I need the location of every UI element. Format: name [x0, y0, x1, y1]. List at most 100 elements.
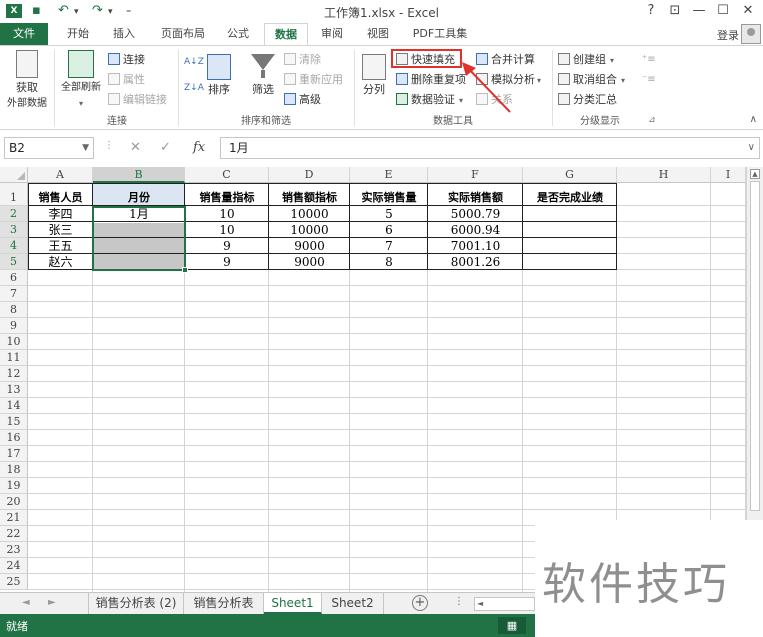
save-icon[interactable]: ▪ [32, 3, 41, 18]
table-header-f[interactable]: 实际销售额 [428, 183, 523, 206]
table-cell-f2[interactable]: 5000.79 [428, 206, 523, 222]
properties-button[interactable]: 属性 [108, 72, 145, 88]
insert-function-button[interactable]: fx [193, 140, 205, 155]
tab-insert[interactable]: 插入 [104, 23, 144, 45]
sheet-tab-sheet2[interactable]: Sheet2 [322, 593, 384, 614]
fill-handle[interactable] [182, 267, 188, 273]
table-cell-g2[interactable] [523, 206, 617, 222]
filter-button[interactable]: 筛选 [248, 54, 278, 98]
reapply-button[interactable]: 重新应用 [284, 72, 343, 88]
table-cell-a5[interactable]: 赵六 [28, 254, 93, 270]
table-header-g[interactable]: 是否完成业绩 [523, 183, 617, 206]
tab-pdf-tools[interactable]: PDF工具集 [404, 23, 476, 45]
column-header-g[interactable]: G [523, 167, 617, 183]
show-detail-button[interactable]: ⁺≡ [642, 52, 656, 68]
refresh-all-button[interactable]: 全部刷新 ▾ [58, 50, 104, 112]
sheet-tab-sheet1[interactable]: Sheet1 [264, 593, 322, 614]
row-header-13[interactable]: 13 [0, 382, 28, 398]
column-header-h[interactable]: H [617, 167, 711, 183]
table-header-b[interactable]: 月份 [93, 183, 185, 206]
row-header-8[interactable]: 8 [0, 302, 28, 318]
avatar[interactable] [741, 24, 761, 44]
normal-view-button[interactable]: ▦ [498, 617, 526, 634]
table-cell-b2[interactable]: 1月 [93, 206, 185, 222]
row-header-15[interactable]: 15 [0, 414, 28, 430]
row-header-25[interactable]: 25 [0, 574, 28, 590]
row-header-10[interactable]: 10 [0, 334, 28, 350]
ribbon-display-options-button[interactable]: ⊡ [664, 2, 686, 20]
row-header-11[interactable]: 11 [0, 350, 28, 366]
sheet-tab-sales-analysis[interactable]: 销售分析表 [184, 593, 264, 614]
clear-filter-button[interactable]: 清除 [284, 52, 321, 68]
group-button[interactable]: 创建组 ▾ [558, 52, 614, 69]
table-header-a[interactable]: 销售人员 [28, 183, 93, 206]
row-header-16[interactable]: 16 [0, 430, 28, 446]
table-header-e[interactable]: 实际销售量 [350, 183, 428, 206]
scroll-sheets-left-icon[interactable]: ◄ [22, 597, 30, 608]
row-header-9[interactable]: 9 [0, 318, 28, 334]
tab-file[interactable]: 文件 [0, 23, 48, 45]
table-cell-f5[interactable]: 8001.26 [428, 254, 523, 270]
table-cell-a3[interactable]: 张三 [28, 222, 93, 238]
row-header-14[interactable]: 14 [0, 398, 28, 414]
table-cell-c2[interactable]: 10 [185, 206, 269, 222]
table-cell-g5[interactable] [523, 254, 617, 270]
row-header-4[interactable]: 4 [0, 238, 28, 254]
sort-descending-button[interactable]: Z↓A [184, 80, 204, 96]
row-header-24[interactable]: 24 [0, 558, 28, 574]
text-to-columns-button[interactable]: 分列 [360, 54, 388, 98]
table-cell-c5[interactable]: 9 [185, 254, 269, 270]
table-cell-d2[interactable]: 10000 [269, 206, 350, 222]
new-sheet-button[interactable]: + [412, 595, 428, 611]
table-cell-f3[interactable]: 6000.94 [428, 222, 523, 238]
table-cell-g4[interactable] [523, 238, 617, 254]
table-cell-d3[interactable]: 10000 [269, 222, 350, 238]
ungroup-button[interactable]: 取消组合 ▾ [558, 72, 625, 89]
scroll-left-icon[interactable]: ◄ [477, 598, 483, 610]
close-button[interactable]: ✕ [737, 2, 759, 20]
connections-button[interactable]: 连接 [108, 52, 145, 68]
sheet-tab-sales-analysis-2[interactable]: 销售分析表 (2) [88, 593, 184, 614]
tab-review[interactable]: 审阅 [312, 23, 352, 45]
column-header-c[interactable]: C [185, 167, 269, 183]
help-button[interactable]: ? [640, 2, 662, 20]
table-cell-e2[interactable]: 5 [350, 206, 428, 222]
outline-dialog-launcher-icon[interactable]: ⊿ [648, 115, 656, 125]
collapse-ribbon-icon[interactable]: ∧ [750, 114, 757, 125]
row-header-20[interactable]: 20 [0, 494, 28, 510]
table-cell-c3[interactable]: 10 [185, 222, 269, 238]
chevron-down-icon[interactable]: ▼ [82, 138, 89, 158]
tab-data[interactable]: 数据 [264, 23, 308, 45]
tab-split-grip-icon[interactable]: ⋮ [454, 596, 464, 607]
scrollbar-thumb[interactable] [750, 181, 760, 511]
row-header-19[interactable]: 19 [0, 478, 28, 494]
table-cell-d5[interactable]: 9000 [269, 254, 350, 270]
table-cell-b4[interactable] [93, 238, 185, 254]
tab-formulas[interactable]: 公式 [218, 23, 258, 45]
confirm-entry-button[interactable]: ✓ [160, 140, 171, 155]
table-header-c[interactable]: 销售量指标 [185, 183, 269, 206]
table-cell-a2[interactable]: 李四 [28, 206, 93, 222]
row-header-1[interactable]: 1 [0, 183, 28, 206]
row-header-7[interactable]: 7 [0, 286, 28, 302]
login-link[interactable]: 登录 [717, 27, 739, 43]
sort-button[interactable]: 排序 [205, 54, 233, 98]
tab-view[interactable]: 视图 [358, 23, 398, 45]
hide-detail-button[interactable]: ⁻≡ [642, 72, 656, 88]
table-cell-f4[interactable]: 7001.10 [428, 238, 523, 254]
horizontal-scrollbar[interactable]: ◄ [474, 597, 535, 611]
redo-icon[interactable]: ↷ [92, 3, 103, 18]
column-header-d[interactable]: D [269, 167, 350, 183]
column-header-e[interactable]: E [350, 167, 428, 183]
scroll-up-icon[interactable]: ▲ [750, 169, 760, 179]
tab-page-layout[interactable]: 页面布局 [152, 23, 214, 45]
column-header-f[interactable]: F [428, 167, 523, 183]
get-external-data-button[interactable]: 获取 外部数据 [4, 50, 50, 112]
table-cell-b3[interactable] [93, 222, 185, 238]
name-box[interactable]: B2 ▼ [4, 137, 94, 159]
row-header-23[interactable]: 23 [0, 542, 28, 558]
scroll-sheets-right-icon[interactable]: ► [48, 597, 56, 608]
advanced-filter-button[interactable]: 高级 [284, 92, 321, 108]
row-header-22[interactable]: 22 [0, 526, 28, 542]
edit-links-button[interactable]: 编辑链接 [108, 92, 167, 108]
